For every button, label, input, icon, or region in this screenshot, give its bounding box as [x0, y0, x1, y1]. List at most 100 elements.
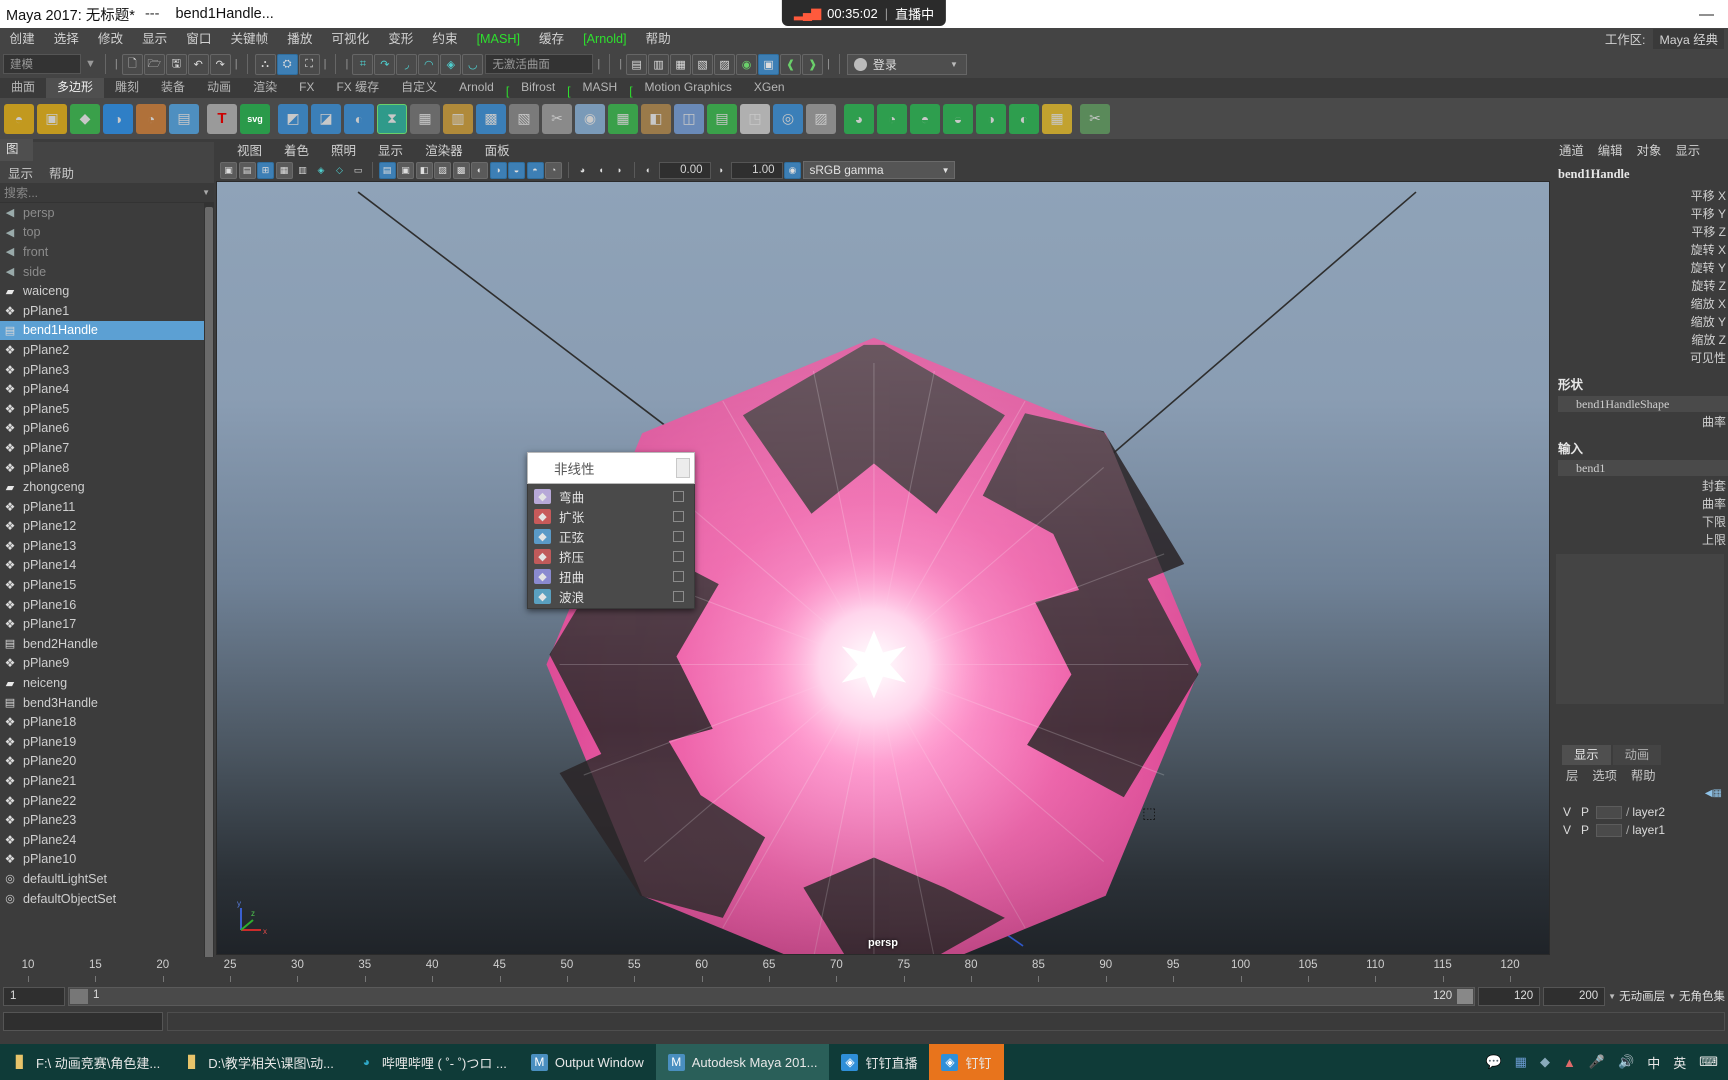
outliner-item-pPlane20[interactable]: ❖ pPlane20	[0, 752, 214, 772]
tool-settings-button[interactable]: ▥	[648, 53, 670, 75]
layer-menu-0[interactable]: 层	[1560, 766, 1584, 784]
lighting-icon[interactable]: ◐	[471, 161, 488, 179]
tray-app2-icon[interactable]: ◆	[1540, 1054, 1550, 1070]
outliner-item-bend1Handle[interactable]: ▤ bend1Handle	[0, 320, 214, 341]
menuset-selector[interactable]: 建模	[3, 54, 81, 74]
viewport-menu-4[interactable]: 渲染器	[414, 140, 474, 159]
channel-attr-1[interactable]: 平移 Y	[1552, 204, 1728, 222]
snap-to-projected-center-button[interactable]: ◠	[418, 53, 440, 75]
shelf-tab-多边形[interactable]: 多边形	[46, 78, 105, 98]
layer-editor-tab-0[interactable]: 显示	[1562, 745, 1611, 765]
layer-editor-tab-1[interactable]: 动画	[1612, 745, 1662, 765]
workspace-value[interactable]: Maya 经典	[1653, 29, 1724, 49]
relax-tool-icon[interactable]: ◓	[910, 103, 940, 134]
layer-visibility-toggle[interactable]: V	[1560, 823, 1574, 837]
outliner-search-field[interactable]: 搜索... ▼	[0, 183, 214, 203]
target-weld-icon[interactable]: ◉	[575, 103, 605, 134]
shelf-tab-雕刻[interactable]: 雕刻	[104, 78, 150, 98]
wireframe-shading-icon[interactable]: ▤	[378, 161, 396, 179]
menu-item-4[interactable]: 窗口	[177, 28, 221, 50]
taskbar-item-1[interactable]: ▊ D:\教学相关\课图\动...	[172, 1044, 346, 1080]
save-scene-button[interactable]: 🖫	[165, 53, 187, 75]
menu-item-5[interactable]: 关键帧	[221, 28, 278, 50]
shelf-tab-自定义[interactable]: 自定义	[390, 78, 448, 98]
taskbar-item-2[interactable]: ◕ 哔哩哔哩 ( ˚- ˚)つロ ...	[346, 1044, 519, 1080]
outliner-item-neiceng[interactable]: ▰ neiceng	[0, 673, 214, 693]
outliner-item-bend2Handle[interactable]: ▤ bend2Handle	[0, 634, 214, 654]
taskbar-item-6[interactable]: ◈ 钉钉	[929, 1044, 1004, 1080]
render-settings-button[interactable]: ❰	[780, 53, 802, 75]
flat-shade-icon[interactable]: ◧	[415, 161, 433, 179]
collapse-chevron-icon-5[interactable]: |	[595, 58, 602, 70]
outliner-item-front[interactable]: ◀ front	[0, 242, 214, 262]
mirror-geometry-icon[interactable]: ⧗	[377, 103, 407, 134]
channel-attr-7[interactable]: 缩放 Y	[1552, 312, 1728, 330]
smooth-shade-icon[interactable]: ▣	[397, 161, 414, 179]
outliner-item-pPlane3[interactable]: ❖ pPlane3	[0, 360, 214, 380]
menuset-chevron-icon[interactable]: ▼	[83, 58, 98, 70]
aa-icon[interactable]: ◔	[545, 161, 562, 179]
character-set-label[interactable]: 无角色集	[1679, 988, 1725, 1004]
menu-item-9[interactable]: 约束	[423, 28, 467, 50]
color-management-icon[interactable]: ◉	[784, 161, 801, 179]
film-gate-icon[interactable]: ▭	[350, 162, 367, 179]
xray-joints-icon[interactable]: ◖	[593, 162, 610, 179]
channel-box-menu-1[interactable]: 编辑	[1591, 141, 1630, 159]
collapse-chevron-icon-3[interactable]: |	[322, 58, 329, 70]
extrude-icon[interactable]: ▥	[443, 103, 473, 134]
attribute-editor-button[interactable]: ▤	[626, 53, 648, 75]
outliner-item-persp[interactable]: ◀ persp	[0, 203, 214, 223]
collapse-chevron-icon-6[interactable]: |	[617, 58, 624, 70]
menu-item-13[interactable]: 帮助	[636, 28, 680, 50]
popup-item-挤压[interactable]: ◆ 挤压	[528, 546, 694, 566]
range-slider[interactable]: 1 120	[68, 986, 1476, 1006]
outliner-item-bend3Handle[interactable]: ▤ bend3Handle	[0, 693, 214, 713]
outliner-item-pPlane15[interactable]: ❖ pPlane15	[0, 575, 214, 595]
channel-box-menu-3[interactable]: 显示	[1668, 141, 1707, 159]
xray-active-icon[interactable]: ◗	[611, 162, 628, 179]
outliner-item-pPlane19[interactable]: ❖ pPlane19	[0, 732, 214, 752]
menu-item-11[interactable]: 缓存	[529, 28, 573, 50]
polygon-plane-icon[interactable]: ▤	[169, 103, 199, 134]
layer-list[interactable]: V P / layer2 V P / layer1	[1552, 801, 1728, 957]
channel-attr-8[interactable]: 缩放 Z	[1552, 330, 1728, 348]
gamma-field[interactable]: 1.00	[730, 161, 783, 179]
channel-attr-9[interactable]: 可见性	[1552, 348, 1728, 366]
current-frame-field[interactable]: 1	[3, 986, 65, 1006]
channel-attr-2[interactable]: 平移 Z	[1552, 222, 1728, 240]
outliner-item-defaultObjectSet[interactable]: ◎ defaultObjectSet	[0, 889, 214, 909]
channel-box-menu-0[interactable]: 通道	[1552, 141, 1591, 159]
channel-attr-3[interactable]: 旋转 X	[1552, 240, 1728, 258]
polygon-torus-icon[interactable]: ◔	[136, 103, 166, 134]
popup-item-options-box[interactable]	[673, 550, 684, 562]
bridge-icon[interactable]: ▧	[509, 103, 539, 134]
outliner-item-pPlane17[interactable]: ❖ pPlane17	[0, 614, 214, 634]
circularize-icon[interactable]: ◎	[773, 103, 803, 134]
autodesk-account-button[interactable]: 登录 ▼	[846, 53, 967, 75]
select-object-button[interactable]: ⛭	[276, 53, 298, 75]
taskbar-item-4[interactable]: M Autodesk Maya 201...	[655, 1044, 830, 1080]
flatten-tool-icon[interactable]: ◐	[1009, 103, 1039, 134]
layer-playback-toggle[interactable]: P	[1578, 805, 1592, 819]
xray-icon[interactable]: ◕	[574, 162, 591, 179]
separate-icon[interactable]: ◪	[311, 103, 341, 134]
render-view-button[interactable]: ◉	[736, 53, 758, 75]
chevron-down-icon[interactable]: ▼	[950, 60, 958, 69]
grid-toggle-icon[interactable]: ▦	[275, 161, 293, 179]
polygon-text-icon[interactable]: T	[207, 103, 237, 134]
popup-title-bar[interactable]: 非线性	[527, 452, 695, 484]
select-component-button[interactable]: ⛶	[298, 53, 320, 75]
hypergraph-button[interactable]: ▨	[714, 53, 736, 75]
outliner-item-pPlane5[interactable]: ❖ pPlane5	[0, 399, 214, 419]
menu-item-1[interactable]: 选择	[44, 28, 88, 50]
outliner-scroll-thumb[interactable]	[205, 207, 213, 967]
channel-attr-4[interactable]: 旋转 Y	[1552, 258, 1728, 276]
quad-draw-icon[interactable]: ▦	[608, 103, 638, 134]
taskbar-item-0[interactable]: ▊ F:\ 动画竞赛\角色建...	[0, 1044, 172, 1080]
outliner-item-pPlane7[interactable]: ❖ pPlane7	[0, 438, 214, 458]
make-live-button[interactable]: ◡	[462, 53, 484, 75]
channel-box-attribute-list[interactable]: 平移 X 平移 Y 平移 Z 旋转 X 旋转 Y 旋转 Z 缩放 X 缩放 Y 缩放 Z 可见性	[1552, 186, 1728, 366]
outliner-item-pPlane10[interactable]: ❖ pPlane10	[0, 850, 214, 870]
popup-item-波浪[interactable]: ◆ 波浪	[528, 586, 694, 606]
outliner-item-pPlane12[interactable]: ❖ pPlane12	[0, 517, 214, 537]
